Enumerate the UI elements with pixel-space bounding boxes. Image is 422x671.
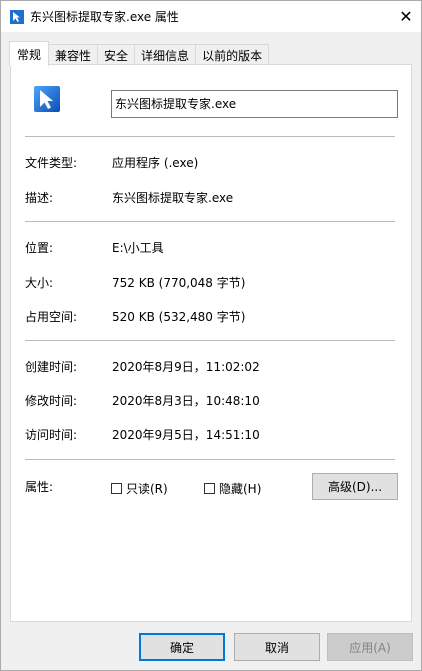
tab-details[interactable]: 详细信息 bbox=[134, 44, 197, 65]
tab-compatibility[interactable]: 兼容性 bbox=[48, 44, 99, 65]
location-value: E:\小工具 bbox=[112, 241, 164, 255]
accessed-value: 2020年9月5日，14:51:10 bbox=[112, 428, 260, 442]
location-label: 位置: bbox=[25, 241, 54, 255]
hidden-checkbox[interactable]: 隐藏(H) bbox=[204, 480, 261, 497]
description-value: 东兴图标提取专家.exe bbox=[112, 191, 234, 205]
apply-button[interactable]: 应用(A) bbox=[327, 633, 413, 661]
separator bbox=[25, 340, 395, 341]
modified-label: 修改时间: bbox=[25, 394, 78, 408]
size-on-disk-label: 占用空间: bbox=[25, 310, 78, 324]
cancel-button[interactable]: 取消 bbox=[234, 633, 320, 661]
created-value: 2020年8月9日，11:02:02 bbox=[112, 360, 260, 374]
file-type-value: 应用程序 (.exe) bbox=[112, 156, 199, 170]
tab-strip: 常规 兼容性 安全 详细信息 以前的版本 bbox=[9, 41, 270, 66]
close-button[interactable]: ✕ bbox=[391, 1, 421, 32]
size-on-disk-value: 520 KB (532,480 字节) bbox=[112, 310, 246, 324]
readonly-checkbox-box[interactable] bbox=[111, 483, 122, 494]
app-cursor-icon bbox=[33, 85, 65, 117]
title-bar: 东兴图标提取专家.exe 属性 ✕ bbox=[1, 1, 421, 32]
tab-general[interactable]: 常规 bbox=[9, 41, 50, 66]
tab-previous-versions[interactable]: 以前的版本 bbox=[195, 44, 270, 65]
advanced-button[interactable]: 高级(D)... bbox=[312, 473, 398, 500]
window-title: 东兴图标提取专家.exe 属性 bbox=[30, 10, 179, 24]
file-name-field[interactable]: 东兴图标提取专家.exe bbox=[111, 90, 398, 118]
properties-window: 东兴图标提取专家.exe 属性 ✕ 常规 兼容性 安全 详细信息 以前的版本 东… bbox=[0, 0, 422, 671]
app-cursor-icon bbox=[10, 9, 24, 24]
separator bbox=[25, 459, 395, 460]
separator bbox=[25, 221, 395, 222]
size-label: 大小: bbox=[25, 276, 54, 290]
hidden-checkbox-box[interactable] bbox=[204, 483, 215, 494]
hidden-label: 隐藏(H) bbox=[219, 482, 262, 496]
readonly-label: 只读(R) bbox=[126, 482, 168, 496]
created-label: 创建时间: bbox=[25, 360, 78, 374]
readonly-checkbox[interactable]: 只读(R) bbox=[111, 480, 168, 497]
ok-button[interactable]: 确定 bbox=[139, 633, 225, 661]
separator bbox=[25, 136, 395, 137]
accessed-label: 访问时间: bbox=[25, 428, 78, 442]
description-label: 描述: bbox=[25, 191, 54, 205]
modified-value: 2020年8月3日，10:48:10 bbox=[112, 394, 260, 408]
file-type-label: 文件类型: bbox=[25, 156, 78, 170]
close-icon: ✕ bbox=[399, 7, 413, 26]
size-value: 752 KB (770,048 字节) bbox=[112, 276, 246, 290]
general-panel: 东兴图标提取专家.exe 文件类型: 应用程序 (.exe) 描述: 东兴图标提… bbox=[10, 64, 412, 622]
tab-security[interactable]: 安全 bbox=[97, 44, 136, 65]
attributes-label: 属性: bbox=[25, 480, 54, 494]
